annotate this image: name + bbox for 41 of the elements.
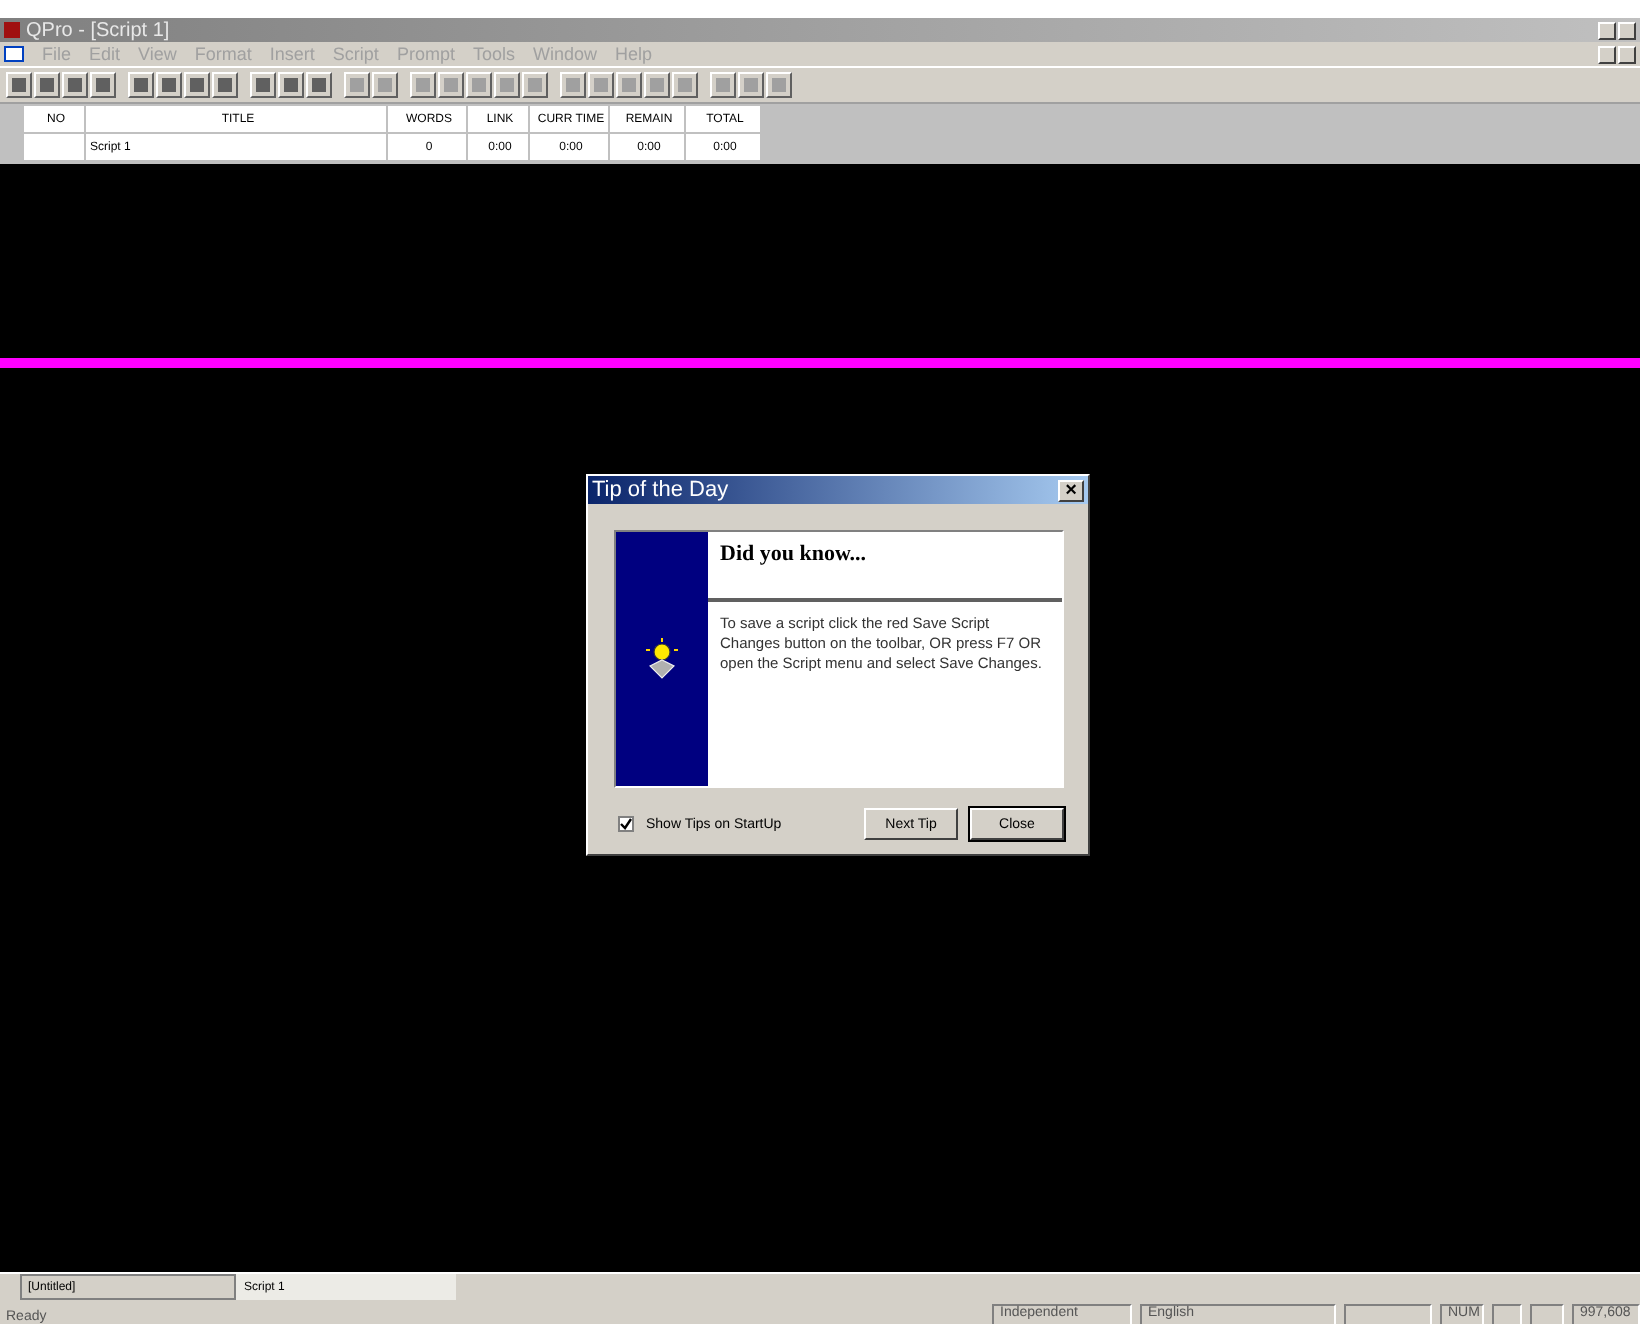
toolbar-button[interactable] (62, 72, 88, 98)
toolbar-button[interactable] (588, 72, 614, 98)
toolbar-button[interactable] (710, 72, 736, 98)
maximize-button[interactable] (1618, 21, 1636, 39)
show-tips-checkbox[interactable] (618, 816, 634, 832)
tip-heading: Did you know... (708, 532, 1062, 602)
table-cell (24, 134, 84, 160)
toolbar-button[interactable] (616, 72, 642, 98)
status-panel (1492, 1304, 1522, 1324)
status-panel (1344, 1304, 1432, 1324)
dialog-title: Tip of the Day (592, 478, 729, 502)
toolbar-button[interactable] (410, 72, 436, 98)
toolbar-button[interactable] (738, 72, 764, 98)
toolbar-button[interactable] (184, 72, 210, 98)
toolbar-button[interactable] (156, 72, 182, 98)
toolbar-button[interactable] (494, 72, 520, 98)
status-panel (1530, 1304, 1564, 1324)
toolbar-button[interactable] (372, 72, 398, 98)
restore-button[interactable] (1618, 45, 1636, 63)
toolbar-button[interactable] (644, 72, 670, 98)
toolbar-button[interactable] (438, 72, 464, 98)
toolbar-button[interactable] (212, 72, 238, 98)
lightbulb-icon (644, 637, 680, 681)
toolbar-button[interactable] (250, 72, 276, 98)
app-icon (4, 22, 20, 38)
toolbar-button[interactable] (6, 72, 32, 98)
toolbar-button[interactable] (306, 72, 332, 98)
document-icon[interactable] (4, 46, 24, 62)
toolbar-button[interactable] (128, 72, 154, 98)
window-title: QPro - [Script 1] (26, 19, 170, 41)
toolbar-button[interactable] (560, 72, 586, 98)
toolbar-button[interactable] (766, 72, 792, 98)
toolbar-button[interactable] (90, 72, 116, 98)
close-button[interactable]: × (1058, 479, 1084, 501)
check-icon (620, 818, 632, 830)
toolbar-button[interactable] (522, 72, 548, 98)
toolbar-button[interactable] (672, 72, 698, 98)
toolbar-button[interactable] (344, 72, 370, 98)
toolbar-button[interactable] (34, 72, 60, 98)
toolbar-button[interactable] (278, 72, 304, 98)
toolbar-button[interactable] (466, 72, 492, 98)
